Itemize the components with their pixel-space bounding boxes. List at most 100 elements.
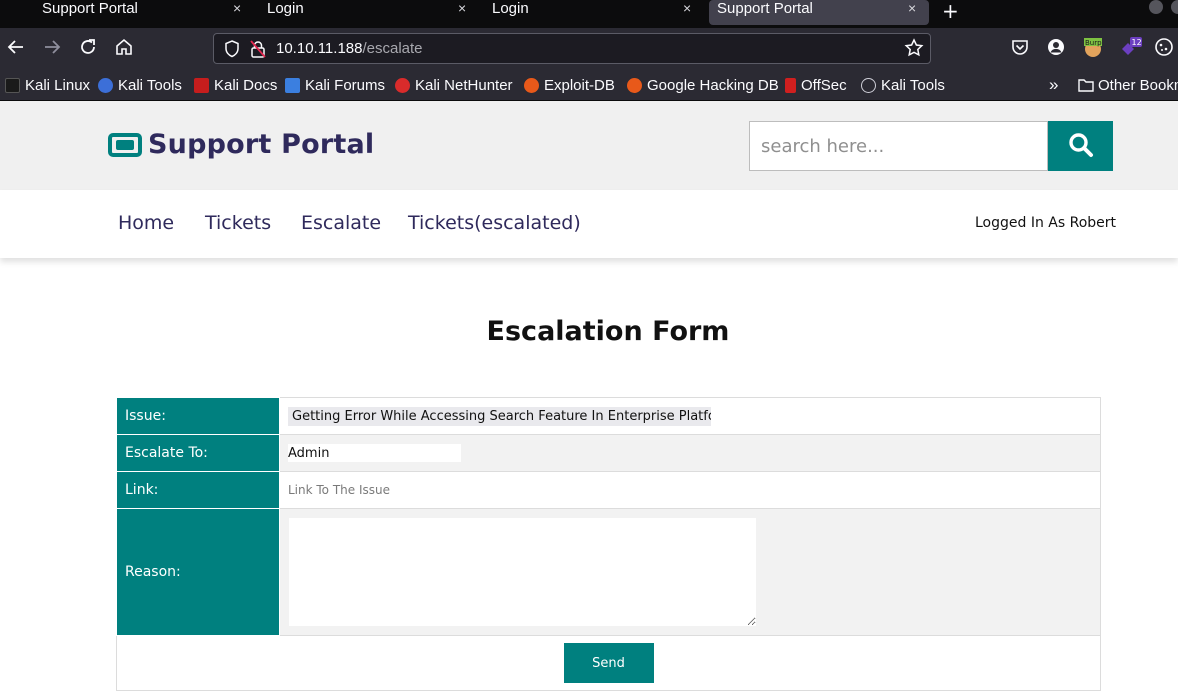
insecure-lock-icon[interactable] bbox=[250, 40, 266, 62]
form-row-escalate-to: Escalate To: bbox=[116, 434, 1101, 472]
bookmark-kali-nethunter[interactable]: Kali NetHunter bbox=[395, 76, 513, 94]
nav-tickets[interactable]: Tickets bbox=[205, 212, 271, 234]
form-title: Escalation Form bbox=[486, 316, 730, 347]
bookmark-exploit-db[interactable]: Exploit-DB bbox=[524, 76, 615, 94]
form-row-submit: Send bbox=[116, 635, 1101, 691]
address-bar[interactable]: 10.10.11.188/escalate bbox=[213, 33, 931, 64]
bookmark-kali-forums[interactable]: Kali Forums bbox=[285, 76, 385, 94]
site-brand: Support Portal bbox=[148, 129, 375, 160]
escalate-to-cell bbox=[279, 434, 1101, 472]
cookie-extension-icon[interactable] bbox=[1154, 37, 1174, 57]
bookmark-kali-tools[interactable]: Kali Tools bbox=[98, 76, 182, 94]
tab-close-icon[interactable]: × bbox=[683, 0, 691, 16]
browser-tab[interactable]: Login × bbox=[259, 0, 484, 25]
issue-select[interactable]: Getting Error While Accessing Search Fea… bbox=[288, 406, 711, 426]
browser-tab-active[interactable]: Support Portal × bbox=[709, 0, 929, 25]
home-icon[interactable] bbox=[113, 36, 135, 58]
bookmark-label: Kali Docs bbox=[214, 76, 278, 94]
page-content: Support Portal Home Tickets Escalate Tic… bbox=[0, 101, 1178, 691]
bookmark-other-bookmarks[interactable]: Other Bookm bbox=[1078, 76, 1178, 94]
url-path: /escalate bbox=[362, 40, 423, 57]
reason-label: Reason: bbox=[116, 508, 280, 636]
kali-tools-icon bbox=[98, 77, 113, 93]
bookmark-label: Kali Tools bbox=[881, 76, 945, 94]
nav-tickets-escalated[interactable]: Tickets(escalated) bbox=[408, 212, 581, 234]
bookmark-label: Google Hacking DB bbox=[647, 76, 779, 94]
bookmark-label: Kali Tools bbox=[118, 76, 182, 94]
bookmark-label: Kali Forums bbox=[305, 76, 386, 94]
bookmark-label: Kali Linux bbox=[25, 76, 91, 94]
kali-docs-icon bbox=[194, 77, 209, 93]
search-icon bbox=[1067, 131, 1095, 162]
exploit-db-icon bbox=[524, 77, 539, 93]
bookmark-star-icon[interactable] bbox=[904, 38, 924, 63]
tab-close-icon[interactable]: × bbox=[908, 0, 916, 16]
link-cell bbox=[279, 471, 1101, 509]
browser-tab-strip: Support Portal × Login × Login × Support… bbox=[0, 0, 1178, 28]
form-row-link: Link: bbox=[116, 471, 1101, 509]
bookmark-kali-linux[interactable]: Kali Linux bbox=[5, 76, 90, 94]
tab-title: Support Portal bbox=[717, 0, 813, 17]
google-hacking-db-icon bbox=[627, 77, 642, 93]
url-host: 10.10.11.188 bbox=[276, 40, 363, 57]
bookmark-offsec[interactable]: OffSec bbox=[785, 76, 847, 94]
tab-title: Support Portal bbox=[42, 0, 138, 17]
bookmark-kali-docs[interactable]: Kali Docs bbox=[194, 76, 277, 94]
kali-forums-icon bbox=[285, 77, 300, 93]
logged-in-user: Logged In As Robert bbox=[975, 215, 1117, 231]
reason-cell bbox=[279, 508, 1101, 636]
account-icon[interactable] bbox=[1046, 37, 1066, 57]
kali-dragon-icon bbox=[5, 77, 20, 93]
tab-title: Login bbox=[492, 0, 529, 17]
site-header: Support Portal bbox=[0, 101, 1178, 190]
bookmark-label: OffSec bbox=[801, 76, 847, 94]
send-button[interactable]: Send bbox=[563, 643, 654, 683]
ublock-extension-icon[interactable]: 12 bbox=[1118, 37, 1142, 57]
issue-select-value: Getting Error While Accessing Search Fea… bbox=[292, 408, 711, 424]
bookmarks-overflow-icon[interactable]: » bbox=[1049, 75, 1058, 94]
bookmark-kali-tools-2[interactable]: Kali Tools bbox=[861, 76, 945, 94]
reason-textarea[interactable] bbox=[288, 517, 757, 627]
site-logo[interactable]: Support Portal bbox=[108, 129, 374, 160]
globe-icon bbox=[861, 77, 876, 93]
new-tab-icon[interactable]: + bbox=[942, 0, 959, 23]
escalate-to-label: Escalate To: bbox=[116, 434, 280, 472]
kali-nethunter-icon bbox=[395, 77, 410, 93]
browser-tab[interactable]: Login × bbox=[484, 0, 709, 25]
submit-cell: Send bbox=[116, 635, 1101, 691]
tab-close-icon[interactable]: × bbox=[458, 0, 466, 16]
escalate-to-input[interactable] bbox=[288, 444, 461, 462]
folder-icon bbox=[1078, 78, 1094, 92]
tab-close-icon[interactable]: × bbox=[233, 0, 241, 16]
shield-icon[interactable] bbox=[224, 40, 240, 62]
reload-icon[interactable] bbox=[77, 36, 99, 58]
bookmark-label: Exploit-DB bbox=[544, 76, 615, 94]
tab-title: Login bbox=[267, 0, 304, 17]
window-maximize-icon[interactable] bbox=[1171, 0, 1178, 14]
form-row-reason: Reason: bbox=[116, 508, 1101, 636]
browser-toolbar: 10.10.11.188/escalate Burp 12 bbox=[0, 28, 1178, 70]
search-button[interactable] bbox=[1048, 121, 1113, 171]
svg-text:Burp: Burp bbox=[1085, 39, 1102, 47]
burp-extension-icon[interactable]: Burp bbox=[1082, 37, 1102, 57]
issue-label: Issue: bbox=[116, 397, 280, 435]
bookmark-google-hacking-db[interactable]: Google Hacking DB bbox=[627, 76, 779, 94]
link-input[interactable] bbox=[288, 480, 688, 500]
pocket-icon[interactable] bbox=[1010, 37, 1030, 57]
offsec-icon bbox=[785, 77, 796, 93]
nav-home[interactable]: Home bbox=[118, 212, 174, 234]
issue-cell: Getting Error While Accessing Search Fea… bbox=[279, 397, 1101, 435]
escalation-form: Issue: Getting Error While Accessing Sea… bbox=[116, 397, 1101, 691]
browser-tab[interactable]: Support Portal × bbox=[34, 0, 259, 25]
bookmarks-toolbar: Kali Linux Kali Tools Kali Docs Kali For… bbox=[0, 70, 1178, 101]
window-minimize-icon[interactable] bbox=[1149, 0, 1163, 14]
back-arrow-icon[interactable] bbox=[5, 36, 27, 58]
ticket-icon bbox=[108, 132, 142, 157]
link-label: Link: bbox=[116, 471, 280, 509]
url-text[interactable]: 10.10.11.188/escalate bbox=[276, 40, 423, 57]
forward-arrow-icon[interactable] bbox=[41, 36, 63, 58]
search-input[interactable] bbox=[749, 121, 1048, 171]
svg-text:12: 12 bbox=[1132, 38, 1142, 47]
bookmark-label: Kali NetHunter bbox=[415, 76, 513, 94]
nav-escalate[interactable]: Escalate bbox=[301, 212, 381, 234]
